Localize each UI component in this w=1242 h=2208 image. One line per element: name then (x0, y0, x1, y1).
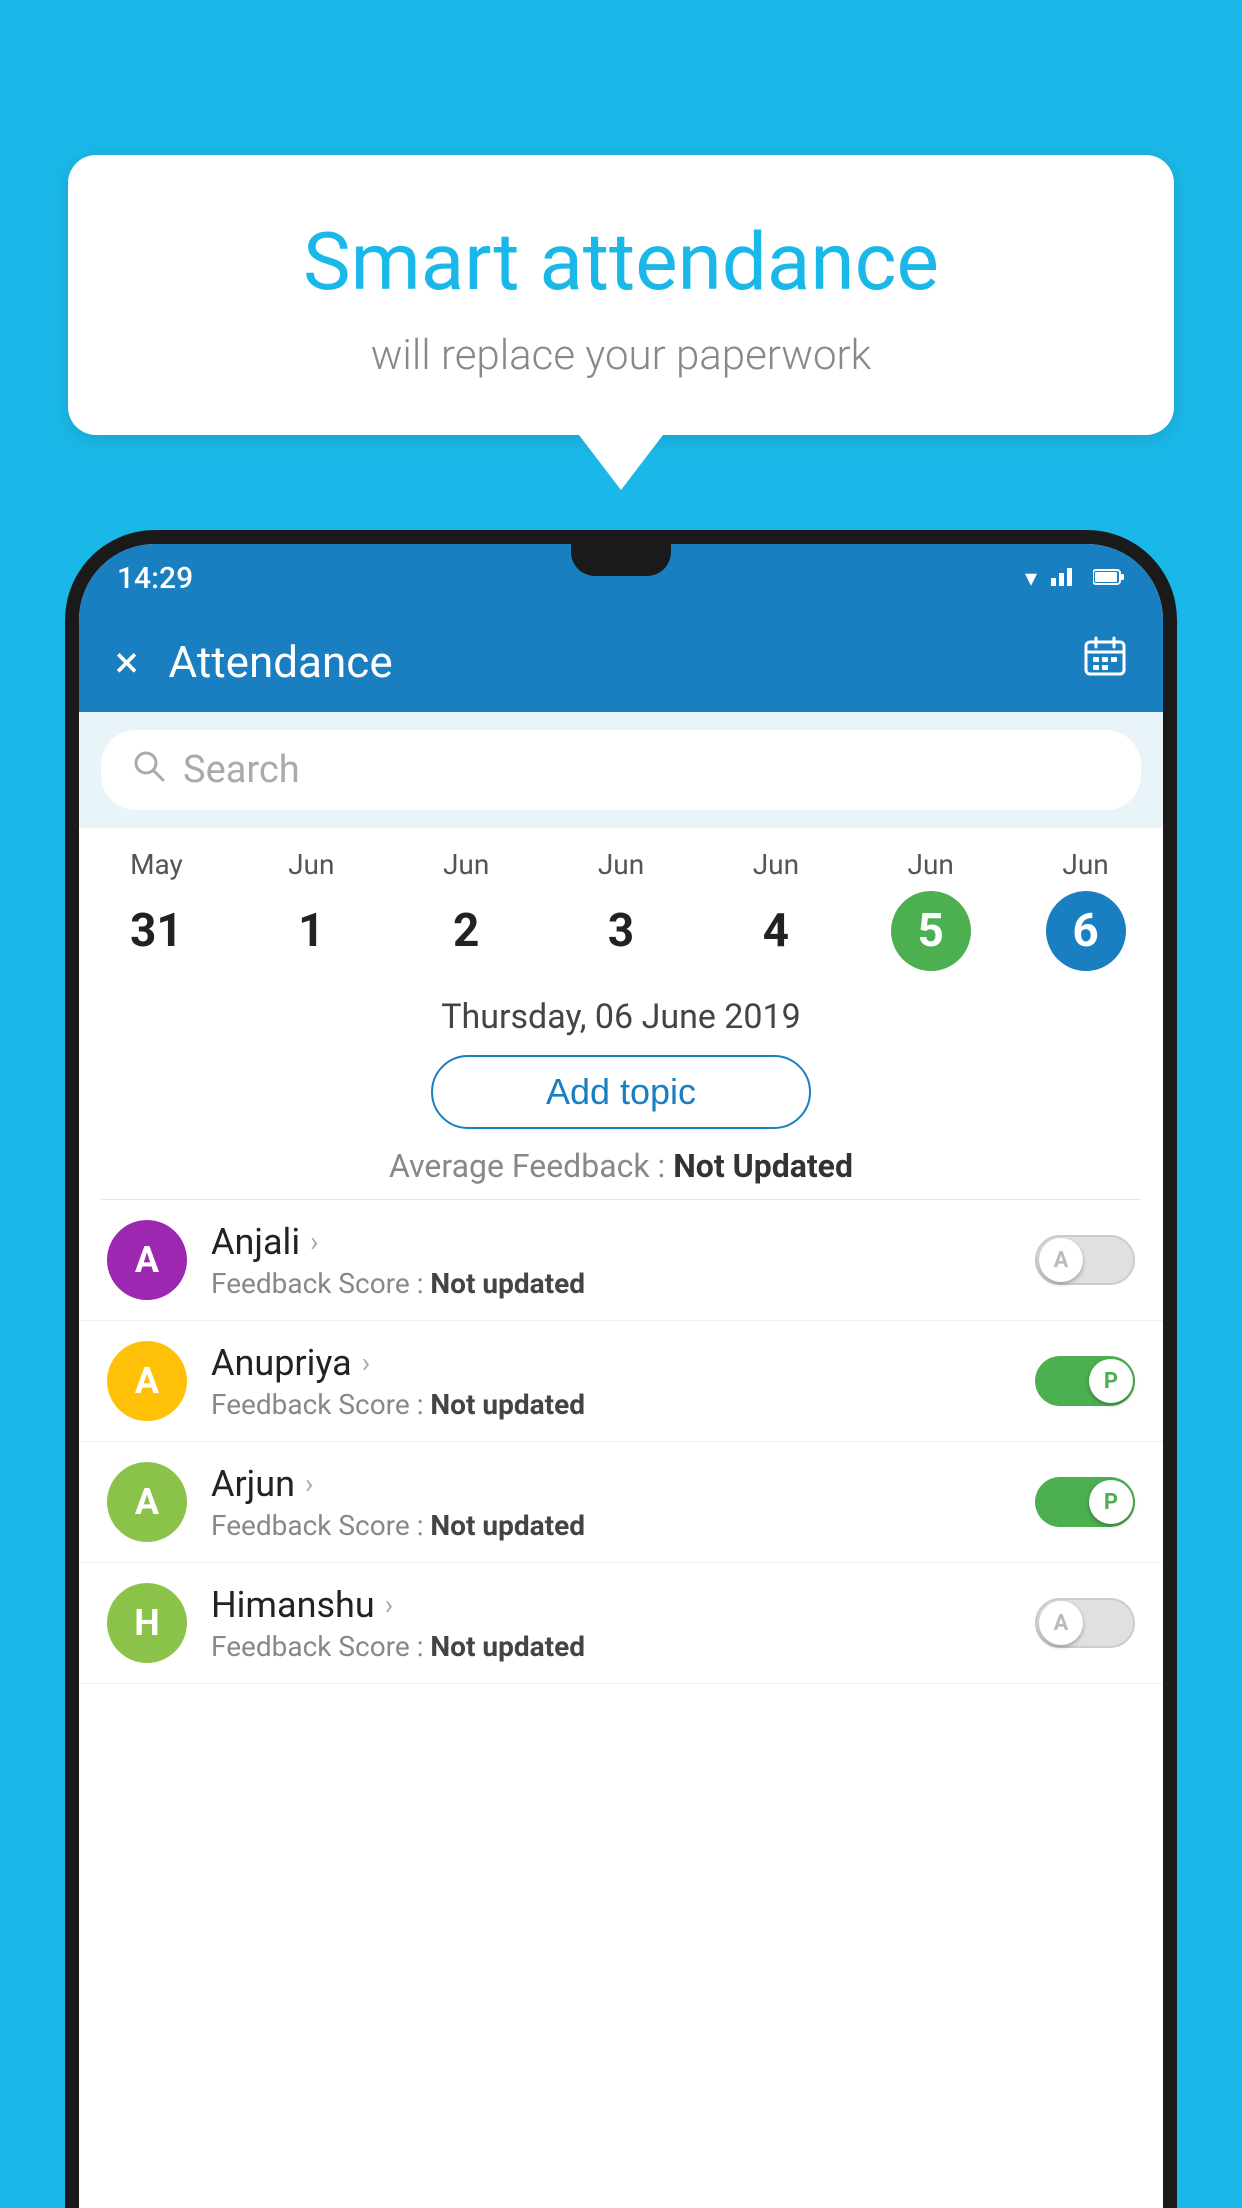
cal-day-1[interactable]: Jun 1 (234, 848, 389, 971)
cal-day-5[interactable]: Jun 5 (853, 848, 1008, 971)
calendar-icon[interactable] (1083, 635, 1127, 689)
app-tagline-title: Smart attendance (148, 215, 1094, 309)
cal-day-0[interactable]: May 31 (79, 848, 234, 971)
phone-screen: 14:29 ▾ (79, 544, 1163, 2208)
speech-bubble: Smart attendance will replace your paper… (68, 155, 1174, 435)
status-icons: ▾ (1025, 564, 1125, 592)
calendar-strip: May 31 Jun 1 Jun 2 Jun 3 Jun 4 Jun 5 (79, 828, 1163, 985)
search-placeholder: Search (183, 748, 300, 792)
student-row-anupriya[interactable]: A Anupriya › Feedback Score : Not update… (79, 1321, 1163, 1442)
search-icon (131, 748, 167, 793)
student-name-arjun: Arjun (211, 1463, 295, 1505)
student-row-anjali[interactable]: A Anjali › Feedback Score : Not updated … (79, 1200, 1163, 1321)
cal-day-2[interactable]: Jun 2 (389, 848, 544, 971)
student-info-anjali: Anjali › Feedback Score : Not updated (211, 1221, 1035, 1300)
header-title: Attendance (168, 636, 1083, 688)
search-bar-container: Search (79, 712, 1163, 828)
wifi-icon: ▾ (1025, 564, 1037, 592)
chevron-icon: › (385, 1588, 393, 1621)
signal-icon (1051, 564, 1079, 592)
student-info-anupriya: Anupriya › Feedback Score : Not updated (211, 1342, 1035, 1421)
student-info-arjun: Arjun › Feedback Score : Not updated (211, 1463, 1035, 1542)
student-row-arjun[interactable]: A Arjun › Feedback Score : Not updated P (79, 1442, 1163, 1563)
close-button[interactable]: × (115, 636, 138, 688)
search-bar[interactable]: Search (101, 730, 1141, 810)
status-time: 14:29 (117, 561, 193, 596)
avatar-anupriya: A (107, 1341, 187, 1421)
selected-date-label: Thursday, 06 June 2019 (79, 985, 1163, 1055)
avatar-anjali: A (107, 1220, 187, 1300)
attendance-toggle-himanshu[interactable]: A (1035, 1598, 1135, 1648)
add-topic-button[interactable]: Add topic (431, 1055, 811, 1129)
avatar-himanshu: H (107, 1583, 187, 1663)
attendance-toggle-arjun[interactable]: P (1035, 1477, 1135, 1527)
cal-day-6[interactable]: Jun 6 (1008, 848, 1163, 971)
student-info-himanshu: Himanshu › Feedback Score : Not updated (211, 1584, 1035, 1663)
chevron-icon: › (362, 1346, 370, 1379)
student-name-himanshu: Himanshu (211, 1584, 375, 1626)
speech-bubble-tail (579, 435, 663, 490)
cal-day-4[interactable]: Jun 4 (698, 848, 853, 971)
phone-notch (571, 544, 671, 576)
chevron-icon: › (310, 1225, 318, 1258)
speech-bubble-container: Smart attendance will replace your paper… (68, 155, 1174, 490)
student-name-anupriya: Anupriya (211, 1342, 352, 1384)
chevron-icon: › (305, 1467, 313, 1500)
phone-frame: 14:29 ▾ (65, 530, 1177, 2208)
attendance-toggle-anupriya[interactable]: P (1035, 1356, 1135, 1406)
student-row-himanshu[interactable]: H Himanshu › Feedback Score : Not update… (79, 1563, 1163, 1684)
app-tagline-subtitle: will replace your paperwork (148, 331, 1094, 380)
student-name-anjali: Anjali (211, 1221, 300, 1263)
avatar-arjun: A (107, 1462, 187, 1542)
cal-day-3[interactable]: Jun 3 (544, 848, 699, 971)
app-header: × Attendance (79, 612, 1163, 712)
attendance-toggle-anjali[interactable]: A (1035, 1235, 1135, 1285)
avg-feedback: Average Feedback : Not Updated (79, 1147, 1163, 1185)
battery-icon (1093, 564, 1125, 592)
